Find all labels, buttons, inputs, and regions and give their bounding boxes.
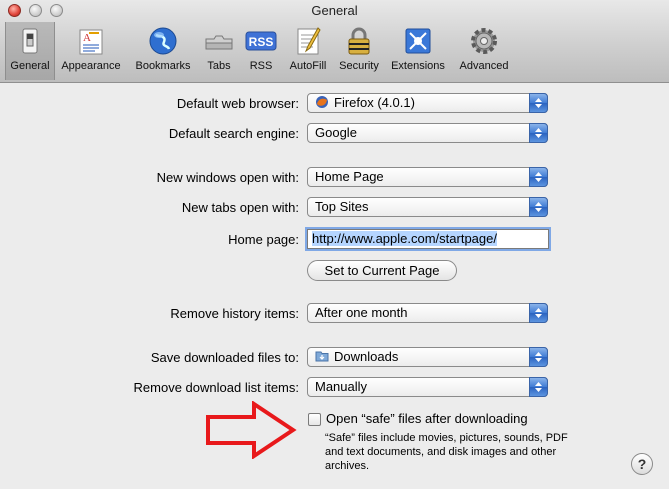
tab-autofill[interactable]: AutoFill (283, 22, 333, 80)
tab-rss-label: RSS (249, 60, 273, 72)
home-page-value: http://www.apple.com/startpage/ (312, 231, 497, 246)
tab-security[interactable]: Security (335, 22, 383, 80)
popup-arrows-icon (529, 303, 548, 323)
general-switch-icon (22, 28, 38, 54)
home-page-input[interactable]: http://www.apple.com/startpage/ (307, 229, 549, 249)
search-engine-value: Google (315, 125, 357, 140)
default-browser-popup[interactable]: Firefox (4.0.1) (307, 93, 548, 113)
rss-badge-text: RSS (249, 35, 274, 49)
home-page-label: Home page: (228, 232, 299, 247)
tab-bookmarks[interactable]: Bookmarks (129, 22, 197, 80)
new-windows-popup[interactable]: Home Page (307, 167, 548, 187)
open-safe-files-checkbox[interactable] (308, 413, 321, 426)
popup-arrows-icon (529, 347, 548, 367)
new-tabs-label: New tabs open with: (181, 200, 299, 215)
tab-general[interactable]: General (5, 22, 55, 80)
firefox-icon (316, 96, 328, 108)
tab-appearance[interactable]: A Appearance (55, 22, 127, 80)
tab-extensions[interactable]: Extensions (386, 22, 450, 80)
security-lock-icon (348, 27, 370, 55)
tab-tabs-label: Tabs (207, 60, 231, 72)
tab-security-label: Security (339, 60, 379, 72)
open-safe-files-label[interactable]: Open “safe” files after downloading (326, 411, 528, 426)
remove-history-label: Remove history items: (170, 306, 299, 321)
tab-general-label: General (10, 60, 50, 72)
advanced-gear-icon (471, 28, 497, 54)
tab-advanced[interactable]: Advanced (454, 22, 514, 80)
annotation-arrow-icon (206, 401, 297, 459)
search-engine-popup[interactable]: Google (307, 123, 548, 143)
remove-history-value: After one month (315, 305, 408, 320)
remove-downloads-value: Manually (315, 379, 368, 394)
new-tabs-value: Top Sites (315, 199, 369, 214)
new-windows-value: Home Page (315, 169, 384, 184)
autofill-icon (297, 27, 321, 55)
tab-autofill-label: AutoFill (289, 60, 327, 72)
save-downloads-popup[interactable]: Downloads (307, 347, 548, 367)
preferences-window: General General A Appearance Bookmarks T… (0, 0, 669, 489)
downloads-folder-icon (315, 351, 329, 362)
general-pane: Default web browser: Firefox (4.0.1) Def… (0, 83, 669, 489)
bookmarks-globe-icon (149, 27, 177, 55)
open-safe-files-description: “Safe” files include movies, pictures, s… (325, 432, 568, 472)
tab-extensions-label: Extensions (391, 60, 445, 72)
tab-tabs[interactable]: Tabs (199, 22, 239, 80)
titlebar-toolbar: General General A Appearance Bookmarks T… (0, 0, 669, 83)
remove-history-popup[interactable]: After one month (307, 303, 548, 323)
popup-arrows-icon (529, 167, 548, 187)
new-windows-label: New windows open with: (156, 170, 299, 185)
appearance-icon: A (79, 29, 103, 55)
default-browser-value: Firefox (4.0.1) (334, 95, 415, 110)
set-current-page-button[interactable]: Set to Current Page (307, 260, 457, 281)
popup-arrows-icon (529, 377, 548, 397)
extensions-icon (405, 28, 431, 54)
search-engine-label: Default search engine: (168, 126, 299, 141)
popup-arrows-icon (529, 197, 548, 217)
save-downloads-label: Save downloaded files to: (150, 350, 299, 365)
popup-arrows-icon (529, 93, 548, 113)
rss-icon: RSS (245, 31, 277, 51)
tab-advanced-label: Advanced (459, 60, 509, 72)
tabs-icon (205, 35, 233, 50)
save-downloads-value: Downloads (334, 349, 399, 364)
popup-arrows-icon (529, 123, 548, 143)
remove-downloads-popup[interactable]: Manually (307, 377, 548, 397)
help-button[interactable]: ? (631, 453, 653, 475)
default-browser-label: Default web browser: (176, 96, 299, 111)
remove-downloads-label: Remove download list items: (133, 380, 299, 395)
tab-appearance-label: Appearance (61, 60, 121, 72)
tab-bookmarks-label: Bookmarks (135, 60, 191, 72)
new-tabs-popup[interactable]: Top Sites (307, 197, 548, 217)
tab-rss[interactable]: RSS RSS (241, 22, 281, 80)
window-title: General (311, 3, 358, 18)
